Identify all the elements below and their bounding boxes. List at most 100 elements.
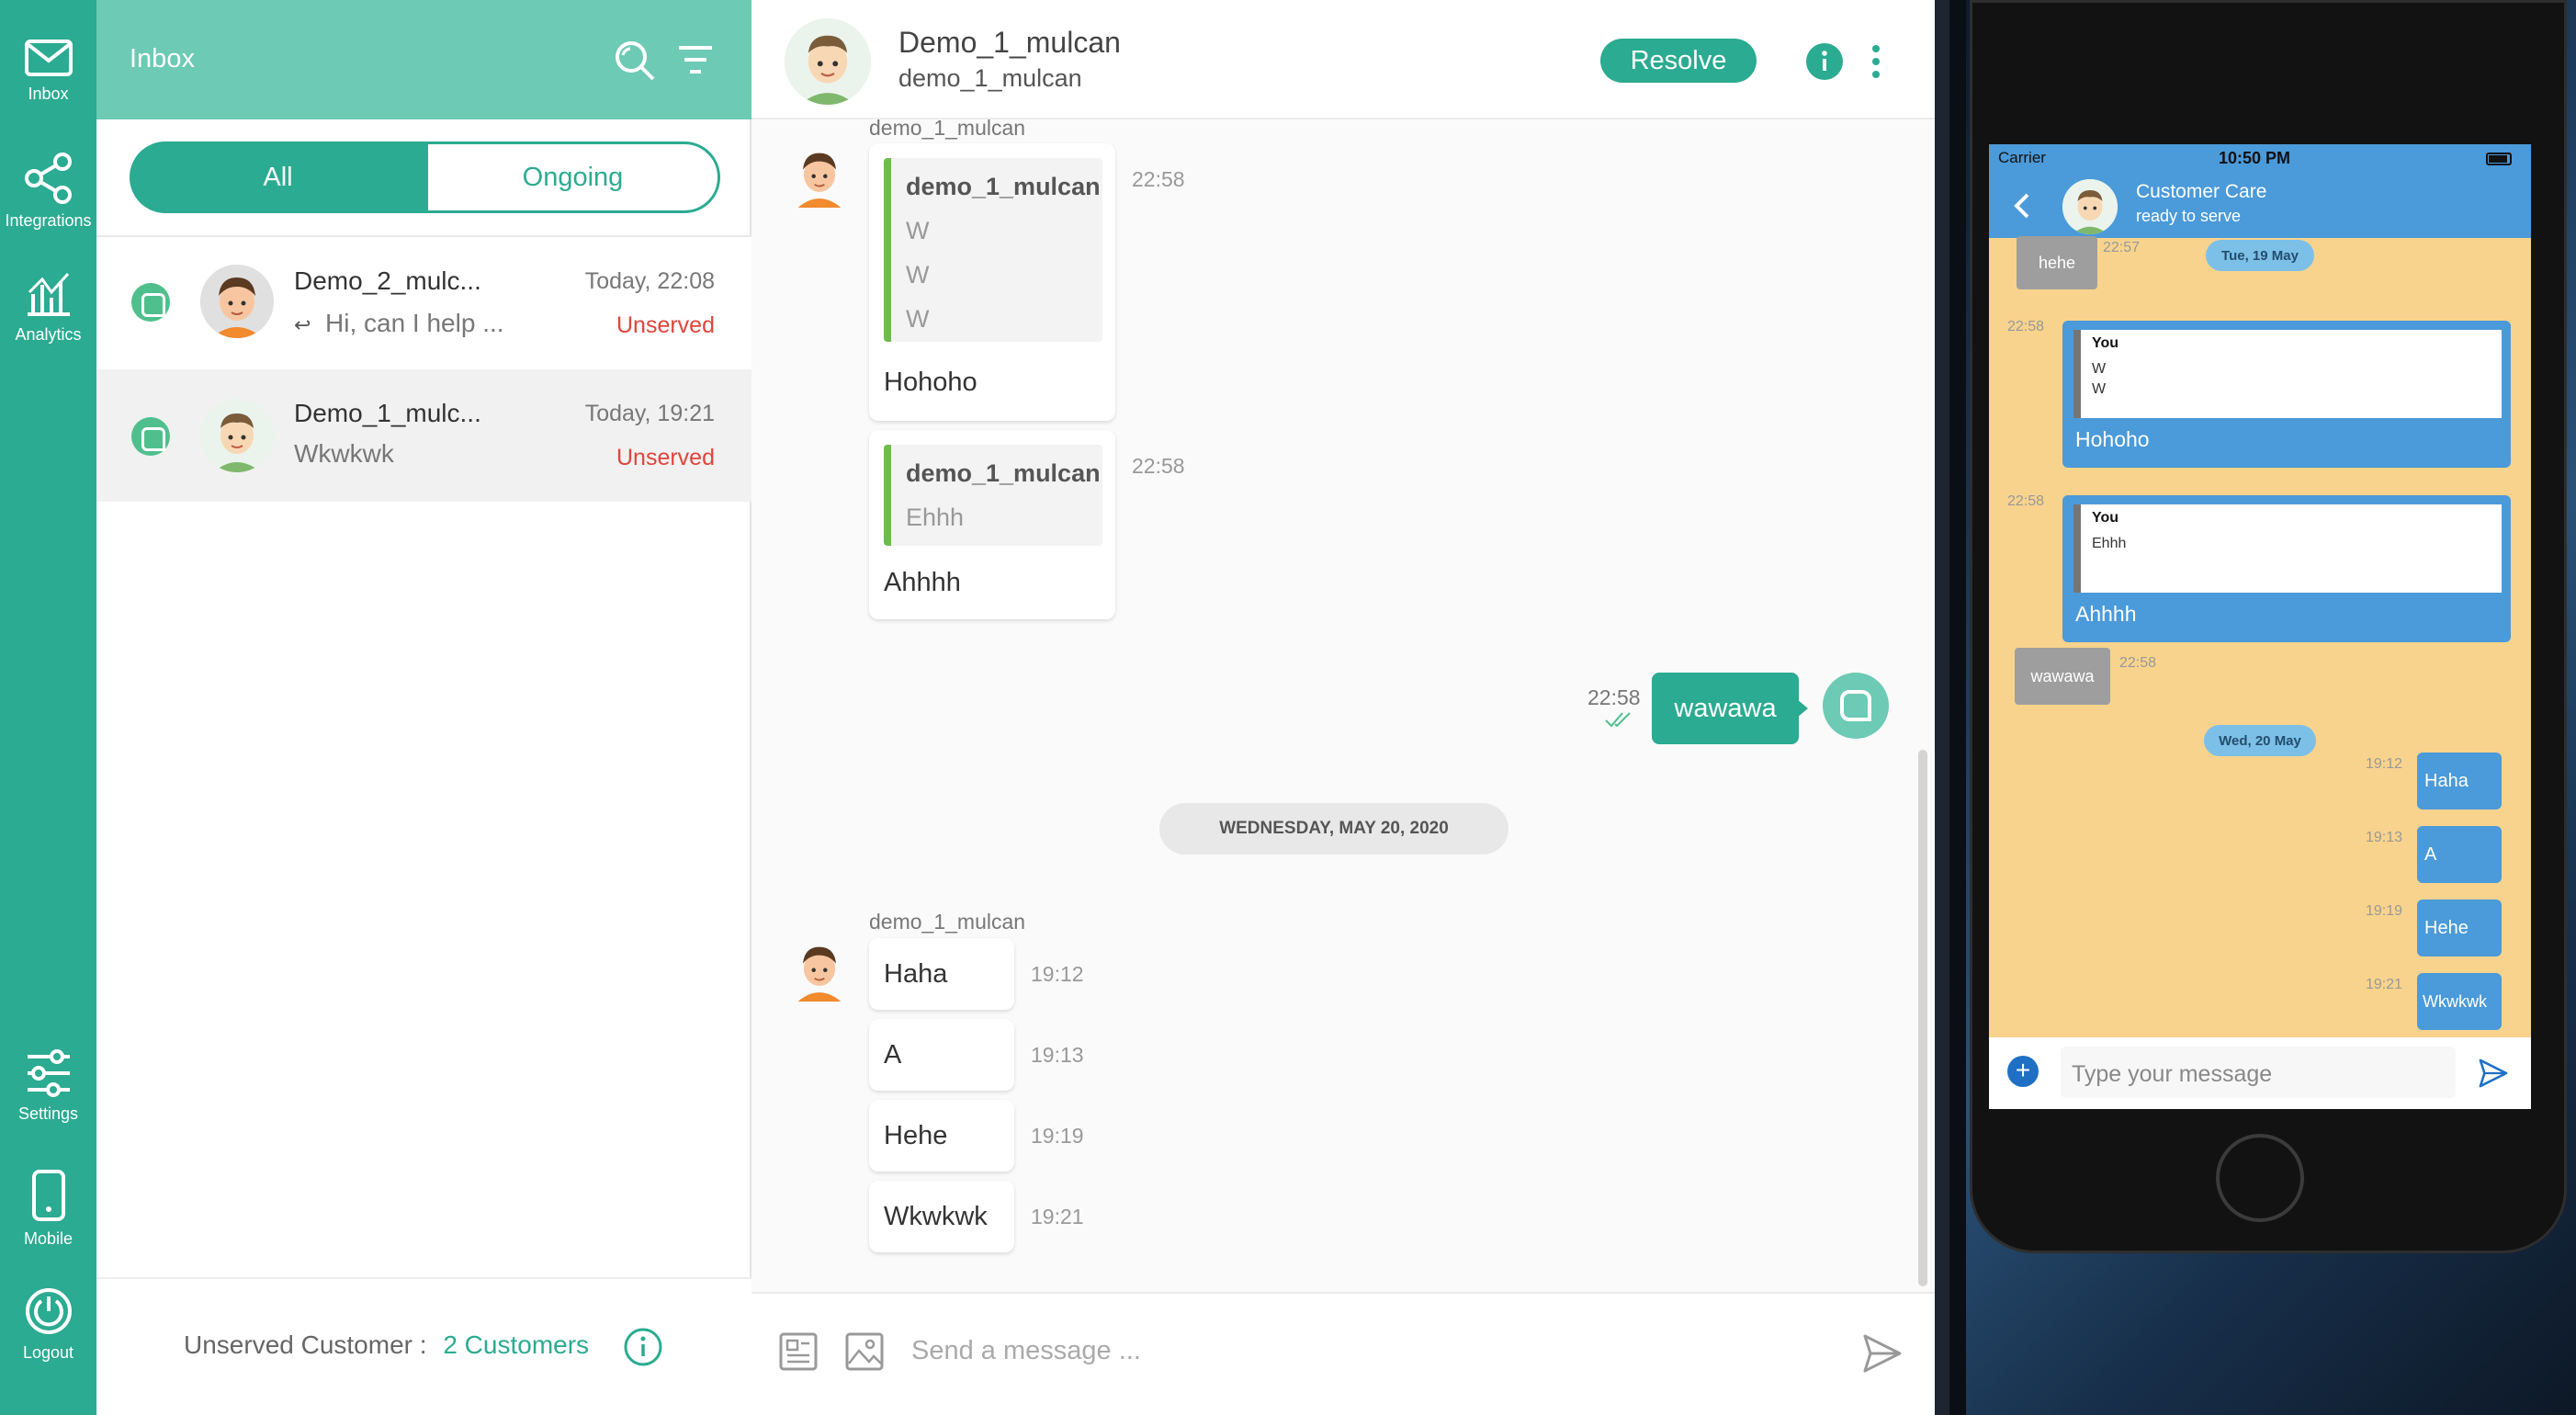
contact-username: demo_1_mulcan [898,64,1082,92]
mail-icon [24,40,73,76]
message-time: 19:13 [1031,1043,1084,1067]
power-icon [25,1288,72,1334]
message-time: 19:21 [1031,1205,1084,1228]
template-icon[interactable] [779,1332,818,1371]
conversation-preview: Wkwkwk [294,439,394,468]
conversation-preview-text: Hi, can I help ... [325,309,504,337]
unserved-count-link[interactable]: 2 Customers [443,1330,589,1359]
inbox-title: Inbox [130,44,195,74]
phone-chat-title: Customer Care [2136,181,2267,202]
nav-settings[interactable]: Settings [0,1049,96,1124]
nav-settings-label: Settings [17,1104,79,1123]
tab-ongoing-label: Ongoing [522,162,624,192]
message-text: Hehe [884,1120,948,1150]
phone-message-time: 19:19 [2366,903,2403,919]
message-text: wawawa [1674,693,1777,723]
phone-input-placeholder: Type your message [2072,1061,2273,1087]
phone-outgoing-bubble[interactable]: Haha [2417,753,2502,809]
phone-message-time: 22:57 [2103,240,2141,255]
quoted-message: demo_1_mulcan W W W [884,158,1102,342]
phone-outgoing-bubble[interactable]: A [2417,826,2502,883]
phone-reply-bubble[interactable]: You Ehhh Ahhhh [2062,495,2511,642]
share-icon [24,153,72,204]
home-button[interactable] [2216,1134,2304,1222]
resolve-button[interactable]: Resolve [1600,39,1757,83]
phone-outgoing-bubble[interactable]: Hehe [2417,900,2502,957]
chat-panel: Demo_1_mulcan demo_1_mulcan Resolve demo… [751,0,1935,1415]
tab-all[interactable]: All [130,142,426,213]
agent-avatar [2062,179,2118,234]
message-time: 22:58 [1132,454,1185,478]
conversation-name: Demo_2_mulc... [294,266,481,295]
message-time: 19:19 [1031,1124,1084,1148]
nav-analytics[interactable]: Analytics [0,270,96,345]
tab-all-label: All [263,162,293,192]
send-icon[interactable] [2478,1058,2509,1089]
message-input[interactable]: Send a message ... [911,1336,1141,1366]
conversation-item[interactable]: Demo_2_mulc... ↩ Hi, can I help ... Toda… [96,237,751,369]
reply-message-bubble[interactable]: demo_1_mulcan W W W Hohoho [869,143,1115,421]
message-text: A [884,1039,902,1070]
double-check-icon [1605,712,1631,728]
nav-mobile[interactable]: Mobile [0,1169,96,1249]
inbox-header: Inbox [96,0,751,119]
sender-avatar [797,153,842,208]
incoming-message-bubble[interactable]: Haha [869,938,1014,1010]
nav-mobile-label: Mobile [23,1229,73,1248]
conversation-preview: ↩ Hi, can I help ... [294,309,504,338]
message-text: Wkwkwk [884,1201,988,1231]
nav-integrations[interactable]: Integrations [0,153,96,231]
battery-icon [2486,153,2512,165]
outgoing-message-bubble[interactable]: wawawa [1652,673,1799,744]
phone-quote-author: You [2092,510,2119,526]
add-attachment-icon[interactable]: + [2007,1056,2039,1087]
scrollbar[interactable] [1918,750,1927,1286]
incoming-message-bubble[interactable]: Hehe [869,1100,1014,1172]
sender-avatar [797,946,842,1002]
phone-quote: You W W [2073,330,2502,418]
more-options-icon[interactable] [1870,44,1881,79]
filter-icon[interactable] [677,44,714,75]
incoming-message-bubble[interactable]: A [869,1019,1014,1091]
phone-quote-line: Ehhh [2092,536,2127,551]
nav-inbox[interactable]: Inbox [0,39,96,104]
send-icon[interactable] [1861,1332,1904,1375]
date-divider: WEDNESDAY, MAY 20, 2020 [1159,803,1508,855]
status-badge: Unserved [616,312,715,338]
phone-message-input[interactable]: Type your message [2061,1047,2456,1098]
message-time: 22:58 [1132,167,1185,191]
message-time: 19:12 [1031,962,1084,986]
quote-line: W [906,305,930,333]
quote-line: W [906,217,930,244]
message-text: Hohoho [884,368,977,397]
boy-avatar-icon [200,265,274,338]
phone-incoming-bubble[interactable]: wawawa [2015,648,2110,705]
sliders-icon [27,1049,70,1097]
inbox-footer: Unserved Customer : 2 Customers [96,1277,751,1415]
unserved-summary: Unserved Customer : 2 Customers [184,1330,589,1360]
phone-outgoing-bubble[interactable]: Wkwkwk [2417,973,2502,1030]
message-text: Haha [884,958,948,989]
avatar [200,265,274,338]
avatar [200,399,274,472]
back-arrow-icon[interactable] [2013,192,2031,220]
phone-incoming-bubble[interactable]: hehe [2017,236,2097,289]
search-icon[interactable] [613,39,657,83]
phone-message-time: 19:12 [2366,756,2403,772]
conversation-item-selected[interactable]: Demo_1_mulc... Wkwkwk Today, 19:21 Unser… [96,369,751,502]
info-icon[interactable] [1805,42,1844,81]
phone-date-pill: Wed, 20 May [2204,725,2316,756]
info-icon[interactable] [623,1327,663,1367]
reply-message-bubble[interactable]: demo_1_mulcan Ehhh Ahhhh [869,430,1115,619]
phone-message-time: 22:58 [2007,319,2045,334]
channel-icon [131,417,170,456]
sender-name: demo_1_mulcan [869,116,1026,140]
nav-logout[interactable]: Logout [0,1286,96,1363]
quoted-message: demo_1_mulcan Ehhh [884,445,1102,546]
image-icon[interactable] [845,1332,884,1371]
incoming-message-bubble[interactable]: Wkwkwk [869,1181,1014,1252]
phone-reply-bubble[interactable]: You W W Hohoho [2062,321,2511,468]
channel-icon [131,283,170,322]
tab-ongoing[interactable]: Ongoing [425,142,720,213]
boy-avatar-icon [785,18,871,105]
